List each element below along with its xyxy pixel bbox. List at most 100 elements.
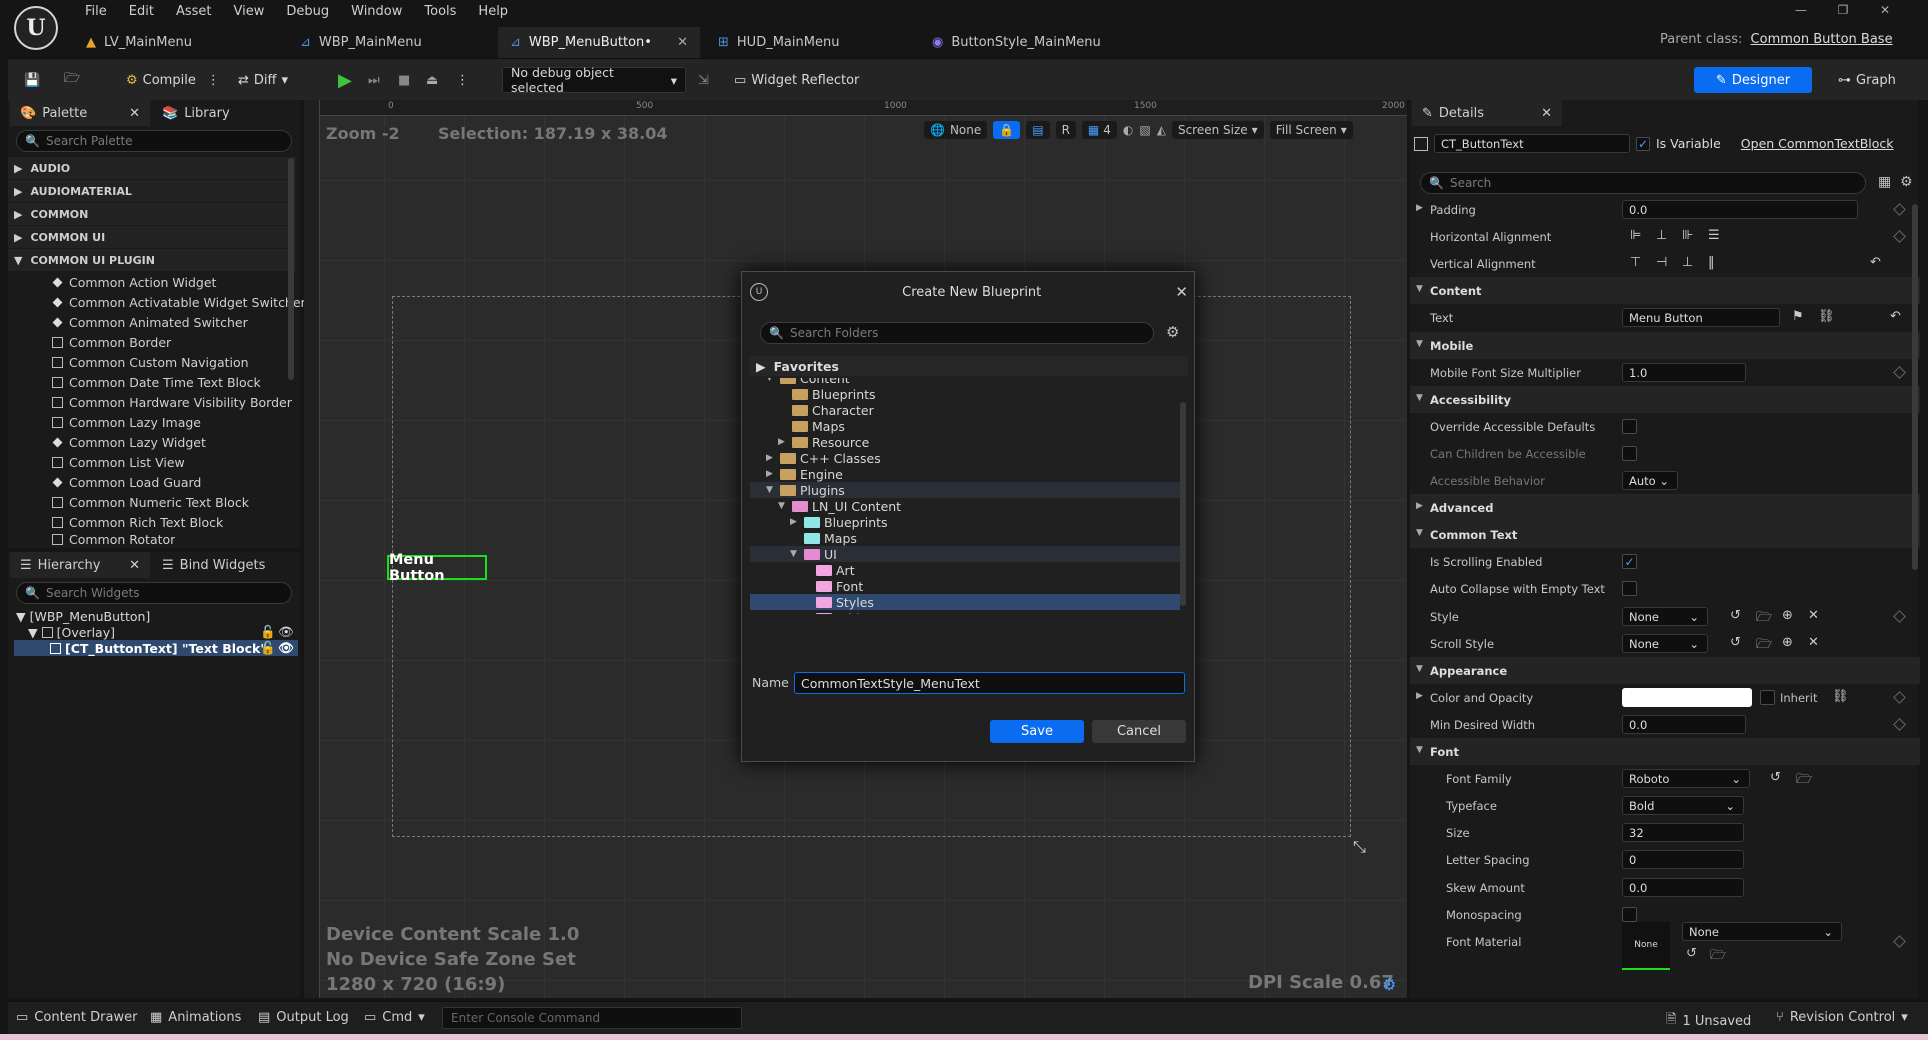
palette-item[interactable]: Common Hardware Visibility Border xyxy=(52,392,292,412)
bind-icon[interactable]: ⛓ xyxy=(1818,309,1835,324)
screen-size-select[interactable]: Screen Size ▾ xyxy=(1171,121,1264,139)
hierarchy-search-input[interactable]: 🔍 Search Widgets xyxy=(16,582,292,604)
align-fill-icon[interactable]: ☰ xyxy=(1708,228,1720,243)
play-icon[interactable]: ▶ xyxy=(338,67,352,93)
widget-reflector-button[interactable]: ▭ Widget Reflector xyxy=(734,67,859,93)
section-appearance[interactable]: ▼ Appearance xyxy=(1410,657,1920,684)
caret-down-icon[interactable]: ▼ xyxy=(766,378,776,383)
folder-row[interactable]: Styles xyxy=(750,594,1180,610)
align-right-icon[interactable]: ⊪ xyxy=(1682,228,1693,243)
tab-library[interactable]: 📚 Library xyxy=(152,100,240,126)
diff-button[interactable]: ⇄ Diff ▾ xyxy=(238,67,288,93)
caret-down-icon[interactable]: ▼ xyxy=(1416,745,1423,755)
eye-icon[interactable]: 👁 xyxy=(278,624,294,640)
caret-right-icon[interactable]: ▶ xyxy=(1416,691,1423,701)
lock-icon[interactable]: 🔓 xyxy=(260,624,276,640)
cmd-select[interactable]: ▭ Cmd ▾ xyxy=(364,1010,425,1025)
hierarchy-node-overlay[interactable]: ▼ [Overlay] 🔓 👁 xyxy=(28,624,294,640)
menu-edit[interactable]: Edit xyxy=(118,2,165,22)
browse-icon[interactable]: 🗁 xyxy=(1796,770,1812,792)
align-bottom-icon[interactable]: ⊥ xyxy=(1682,255,1693,270)
caret-down-icon[interactable]: ▼ xyxy=(1416,284,1423,294)
table-view-icon[interactable]: ▦ xyxy=(1878,174,1891,190)
tab-buttonstyle-mainmenu[interactable]: ◉ ButtonStyle_MainMenu xyxy=(920,27,1150,58)
section-content[interactable]: ▼ Content xyxy=(1410,277,1920,304)
font-multiplier-input[interactable]: 1.0 xyxy=(1622,363,1746,382)
resize-handle-icon[interactable]: ⤡ xyxy=(1353,837,1366,857)
layout-toggle-icon[interactable]: ▤ xyxy=(1026,121,1050,139)
children-accessible-checkbox[interactable] xyxy=(1622,446,1637,461)
close-icon[interactable]: ✕ xyxy=(1175,283,1188,301)
debug-object-select[interactable]: No debug object selected ▾ xyxy=(502,65,686,95)
align-left-icon[interactable]: ⊫ xyxy=(1630,228,1641,243)
folder-row[interactable]: Maps xyxy=(750,418,1180,434)
folder-row[interactable]: Widgets xyxy=(750,610,1180,614)
cancel-button[interactable]: Cancel xyxy=(1092,720,1186,743)
palette-item[interactable]: Common Rotator xyxy=(52,532,175,546)
unsaved-button[interactable]: 🗎 1 Unsaved xyxy=(1666,1010,1751,1032)
use-selected-icon[interactable]: ↺ xyxy=(1730,608,1741,623)
minimize-icon[interactable]: — xyxy=(1780,0,1822,20)
hierarchy-node-ct-buttontext[interactable]: [CT_ButtonText] "Text Block" 🔓 👁 xyxy=(14,640,298,656)
override-accessible-checkbox[interactable] xyxy=(1622,419,1637,434)
folder-row[interactable]: ▼ UI xyxy=(750,546,1180,562)
settings-gear-icon[interactable]: ⚙ xyxy=(1900,174,1913,190)
reset-icon[interactable]: ↶ xyxy=(1870,255,1881,270)
palette-item[interactable]: Common Border xyxy=(52,332,171,352)
folder-row[interactable]: ▶ Engine xyxy=(750,466,1180,482)
folder-row[interactable]: Blueprints xyxy=(750,386,1180,402)
section-mobile[interactable]: ▼ Mobile xyxy=(1410,332,1920,359)
palette-item[interactable]: Common Custom Navigation xyxy=(52,352,249,372)
align-fill-icon[interactable]: ‖ xyxy=(1708,255,1715,270)
tab-details[interactable]: ✎ Details ✕ xyxy=(1412,100,1562,126)
menu-file[interactable]: File xyxy=(74,2,118,22)
palette-item[interactable]: Common Load Guard xyxy=(52,472,201,492)
accessible-behavior-select[interactable]: Auto ⌄ xyxy=(1622,471,1678,490)
is-variable-checkbox[interactable]: ✓ xyxy=(1636,136,1650,151)
style-select[interactable]: None ⌄ xyxy=(1622,607,1708,626)
step-icon[interactable]: ⏭ xyxy=(368,67,380,93)
grid-snap-button[interactable]: ▦ 4 xyxy=(1081,121,1117,139)
eject-icon[interactable]: ⏏ xyxy=(426,67,438,93)
color-swatch[interactable] xyxy=(1622,688,1752,707)
palette-item[interactable]: Common Lazy Image xyxy=(52,412,201,432)
browse-icon[interactable]: 🗁 xyxy=(64,67,80,93)
caret-right-icon[interactable]: ▶ xyxy=(790,517,800,527)
designer-button[interactable]: ✎ Designer xyxy=(1694,67,1812,93)
category-common-ui[interactable]: ▶ COMMON UI xyxy=(8,226,296,248)
close-icon[interactable]: ✕ xyxy=(129,558,140,573)
menu-tools[interactable]: Tools xyxy=(413,2,467,22)
menu-view[interactable]: View xyxy=(223,2,276,22)
clear-icon[interactable]: ✕ xyxy=(1808,608,1819,623)
caret-down-icon[interactable]: ▼ xyxy=(1416,339,1423,349)
section-accessibility[interactable]: ▼ Accessibility xyxy=(1410,386,1920,413)
parent-class-link[interactable]: Common Button Base xyxy=(1751,32,1893,47)
align-center-icon[interactable]: ⊥ xyxy=(1656,228,1667,243)
stop-icon[interactable]: ■ xyxy=(398,67,410,93)
restore-icon[interactable]: ❐ xyxy=(1822,0,1864,20)
play-options-icon[interactable]: ⋮ xyxy=(456,67,469,93)
palette-item[interactable]: Common Activatable Widget Switcher xyxy=(52,292,306,312)
open-commontextblock-link[interactable]: Open CommonTextBlock xyxy=(1741,136,1894,151)
folder-row[interactable]: Art xyxy=(750,562,1180,578)
menu-button-preview[interactable]: Menu Button xyxy=(387,552,487,584)
palette-item[interactable]: Common Action Widget xyxy=(52,272,216,292)
save-button[interactable]: Save xyxy=(990,720,1084,743)
caret-right-icon[interactable]: ▶ xyxy=(766,453,776,463)
console-command-input[interactable]: Enter Console Command xyxy=(442,1007,742,1029)
use-selected-icon[interactable]: ↺ xyxy=(1730,635,1741,650)
palette-search-input[interactable]: 🔍 Search Palette xyxy=(16,130,292,152)
menu-debug[interactable]: Debug xyxy=(275,2,340,22)
tab-hud-mainmenu[interactable]: ⊞ HUD_MainMenu xyxy=(706,27,906,58)
palette-item[interactable]: Common Rich Text Block xyxy=(52,512,223,532)
font-family-select[interactable]: Roboto ⌄ xyxy=(1622,769,1750,788)
tab-palette[interactable]: 🎨 Palette ✕ xyxy=(10,100,150,126)
align-top-icon[interactable]: ⊤ xyxy=(1630,255,1641,270)
caret-down-icon[interactable]: ▼ xyxy=(778,501,788,511)
typeface-select[interactable]: Bold ⌄ xyxy=(1622,796,1744,815)
save-icon[interactable]: 💾 xyxy=(24,67,40,93)
blueprint-name-input[interactable]: CommonTextStyle_MenuText xyxy=(794,672,1185,694)
revision-control-button[interactable]: ⑂ Revision Control ▾ xyxy=(1776,1010,1908,1025)
folder-row[interactable]: ▼ LN_UI Content xyxy=(750,498,1180,514)
dpi-settings-icon[interactable]: ⚙ xyxy=(1382,975,1396,994)
